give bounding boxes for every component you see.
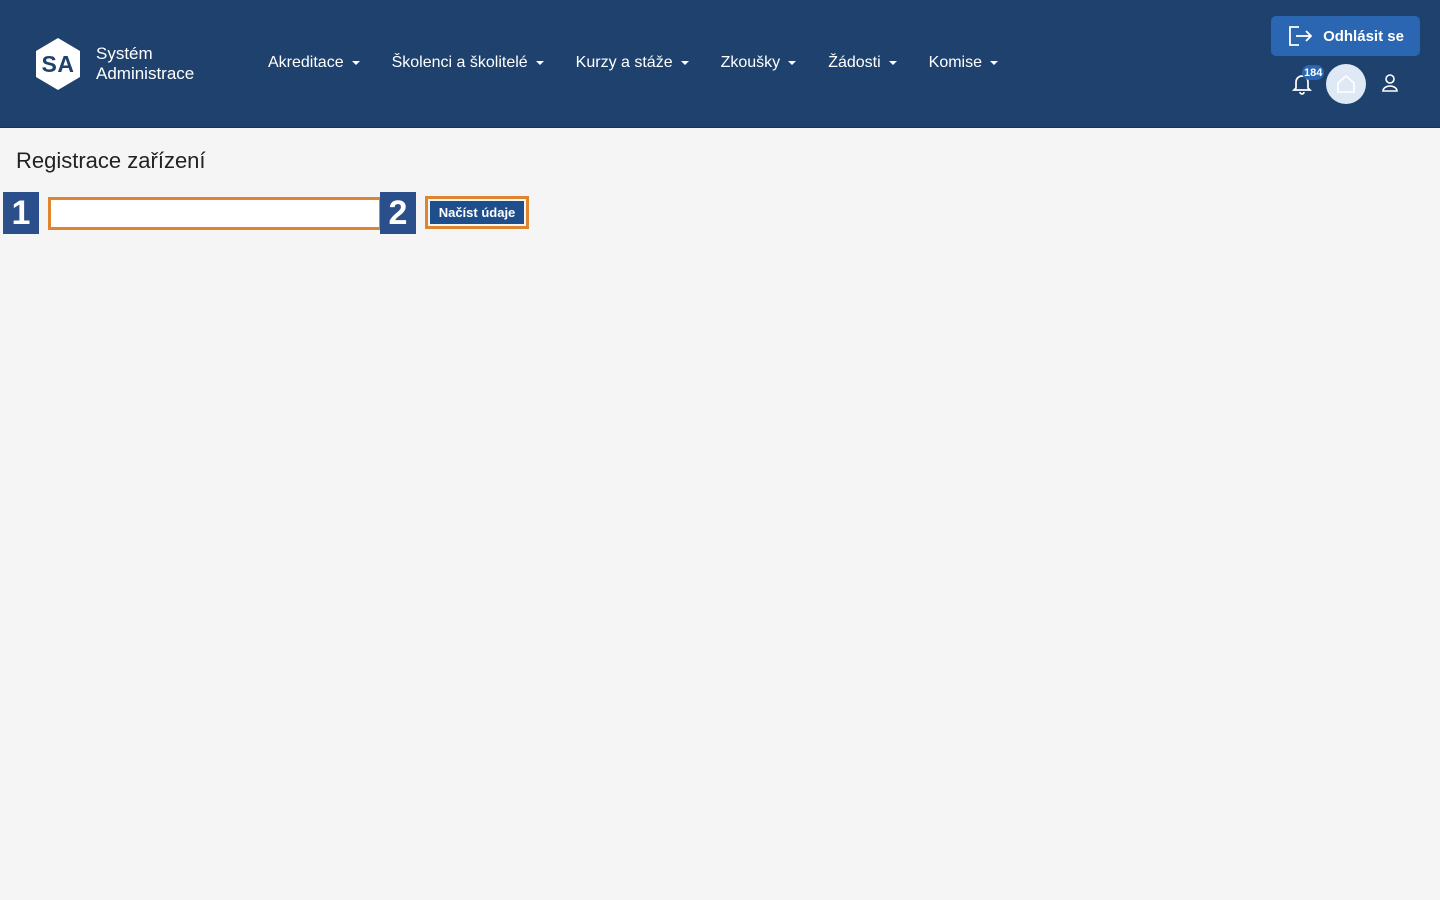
logout-label: Odhlásit se: [1323, 27, 1404, 45]
caret-down-icon: [680, 61, 689, 65]
caret-down-icon: [535, 61, 544, 65]
caret-down-icon: [788, 61, 797, 65]
page-title: Registrace zařízení: [16, 148, 206, 173]
notification-count-badge: 184: [1302, 65, 1325, 80]
nav-item-kurzy[interactable]: Kurzy a stáže: [560, 46, 705, 80]
nav-item-label: Žádosti: [828, 54, 881, 71]
load-button-highlight: Načíst údaje: [425, 196, 529, 229]
step-marker-2: 2: [380, 192, 416, 234]
nav-item-label: Zkoušky: [720, 54, 781, 71]
nav-item-akreditace[interactable]: Akreditace: [252, 46, 376, 80]
logo-text: SA: [41, 50, 75, 77]
logout-icon: [1289, 26, 1313, 46]
load-data-button[interactable]: Načíst údaje: [430, 201, 524, 224]
brand-line1: Systém: [96, 44, 153, 63]
user-icon: [1382, 74, 1398, 92]
nav-item-skolenci[interactable]: Školenci a školitelé: [376, 46, 560, 80]
nav-item-komise[interactable]: Komise: [913, 46, 1014, 80]
brand-logo-link[interactable]: SA Systém Administrace: [34, 36, 194, 92]
sa-logo-icon: SA: [34, 36, 82, 92]
caret-down-icon: [888, 61, 897, 65]
logout-button[interactable]: Odhlásit se: [1271, 16, 1420, 56]
caret-down-icon: [990, 61, 999, 65]
nav-item-label: Akreditace: [268, 54, 344, 71]
step-marker-1: 1: [3, 192, 39, 234]
brand-name: Systém Administrace: [96, 44, 194, 84]
nav-item-zkousky[interactable]: Zkoušky: [705, 46, 813, 80]
nav-item-label: Komise: [928, 54, 983, 71]
main-nav: Akreditace Školenci a školitelé Kurzy a …: [252, 46, 1014, 80]
home-icon: [1337, 74, 1355, 93]
user-profile-button[interactable]: [1379, 72, 1401, 94]
top-header: SA Systém Administrace Akreditace Školen…: [0, 0, 1440, 128]
nav-item-label: Kurzy a stáže: [575, 54, 673, 71]
home-button[interactable]: [1326, 64, 1366, 104]
device-code-input[interactable]: [48, 197, 382, 230]
caret-down-icon: [351, 61, 360, 65]
nav-item-label: Školenci a školitelé: [391, 54, 528, 71]
nav-item-zadosti[interactable]: Žádosti: [812, 46, 912, 80]
brand-line2: Administrace: [96, 64, 195, 83]
